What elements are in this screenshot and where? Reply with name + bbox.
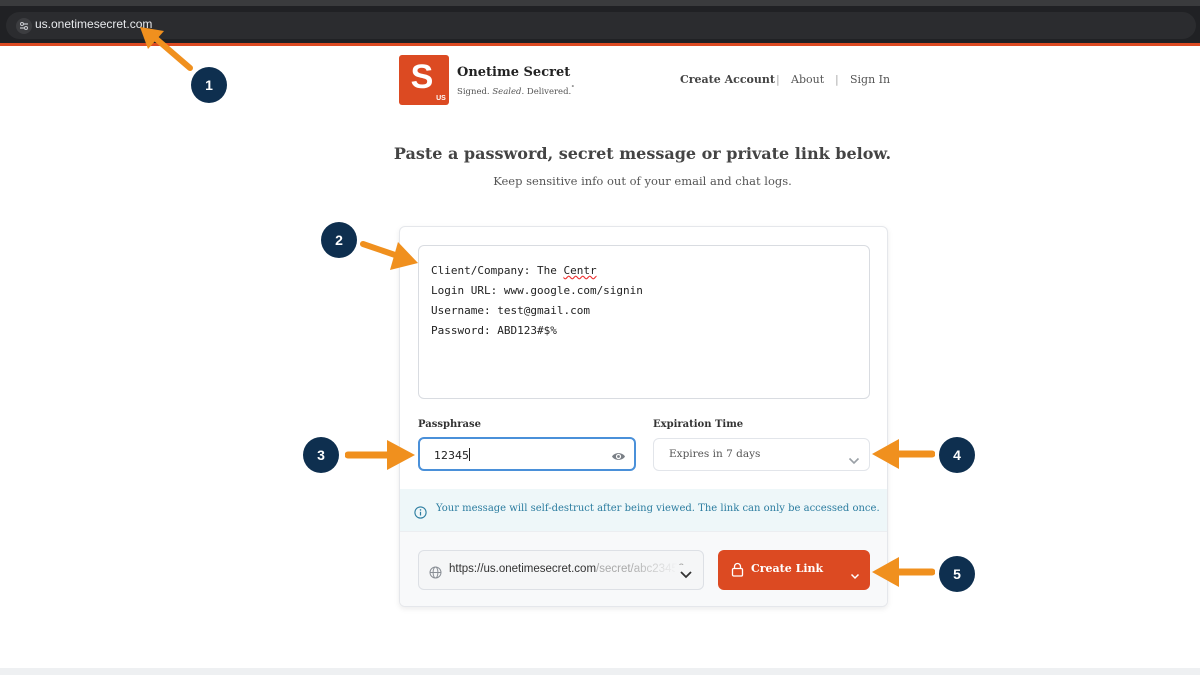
notice-text: Your message will self-destruct after be…	[436, 503, 880, 514]
logo[interactable]: S US	[399, 55, 449, 105]
self-destruct-notice: Your message will self-destruct after be…	[400, 489, 887, 531]
create-link-label: Create Link	[751, 562, 824, 575]
domain-host: us.onetimesecret.com	[483, 563, 597, 575]
passphrase-label: Passphrase	[418, 419, 481, 430]
text-fade	[629, 551, 679, 589]
secret-text: Password: ABD123#$%	[431, 324, 557, 337]
passphrase-text: 12345	[434, 449, 469, 462]
text-caret	[469, 448, 470, 461]
page-headline: Paste a password, secret message or priv…	[393, 144, 892, 163]
expiration-value: Expires in 7 days	[669, 448, 761, 460]
expiration-select[interactable]: Expires in 7 days	[653, 438, 870, 471]
tagline-part: Delivered.	[524, 86, 572, 97]
nav-about[interactable]: About	[791, 73, 824, 86]
annotation-arrow-3	[345, 440, 415, 470]
annotation-arrow-1	[140, 27, 193, 71]
passphrase-input[interactable]: 12345	[418, 437, 636, 471]
annotation-badge-2: 2	[321, 222, 357, 258]
link-actions-bar: https://us.onetimesecret.com/secret/abc2…	[400, 531, 887, 606]
secret-text-misspelled: Centr	[563, 264, 597, 277]
annotation-arrow-2	[360, 241, 418, 270]
brand-tagline: Signed. Sealed. Delivered.°	[457, 85, 574, 97]
secret-form-card: Client/Company: The Centr Login URL: www…	[399, 226, 888, 607]
globe-icon	[429, 564, 442, 583]
expiration-label: Expiration Time	[653, 419, 744, 430]
annotation-badge-1: 1	[191, 67, 227, 103]
annotation-arrow-5	[872, 557, 935, 587]
logo-region-text: US	[435, 94, 447, 103]
passphrase-value: 12345	[434, 448, 470, 462]
create-link-button[interactable]: Create Link	[718, 550, 870, 590]
tagline-part: Signed.	[457, 86, 493, 97]
address-bar-url[interactable]: us.onetimesecret.com	[35, 17, 152, 31]
annotation-badge-4: 4	[939, 437, 975, 473]
nav-separator: |	[776, 73, 780, 86]
tagline-mark: °	[571, 85, 575, 92]
nav-sign-in[interactable]: Sign In	[850, 73, 890, 86]
secret-text: Client/Company: The	[431, 264, 564, 277]
secret-text: Username: test@gmail.com	[431, 304, 590, 317]
info-icon	[414, 504, 427, 523]
annotation-badge-5: 5	[939, 556, 975, 592]
lock-icon	[731, 562, 744, 581]
domain-prefix: https://	[449, 563, 484, 575]
tab-strip	[0, 0, 1200, 6]
page-subhead: Keep sensitive info out of your email an…	[493, 174, 792, 188]
domain-select[interactable]: https://us.onetimesecret.com/secret/abc2…	[418, 550, 704, 590]
brand-name[interactable]: Onetime Secret	[457, 65, 570, 80]
secret-textarea[interactable]: Client/Company: The Centr Login URL: www…	[418, 245, 870, 399]
secret-text: Login URL: www.google.com/signin	[431, 284, 643, 297]
eye-icon[interactable]	[611, 448, 626, 467]
nav-create-account[interactable]: Create Account	[680, 73, 775, 86]
footer-divider	[0, 668, 1200, 675]
chevron-down-icon[interactable]	[850, 565, 860, 584]
nav-separator: |	[835, 73, 839, 86]
site-info-icon[interactable]	[16, 18, 32, 34]
chevron-down-icon	[848, 450, 860, 469]
annotation-badge-3: 3	[303, 437, 339, 473]
chevron-down-icon	[675, 565, 693, 584]
logo-letter: S	[410, 58, 434, 96]
tagline-italic: Sealed.	[492, 86, 525, 97]
annotation-arrow-4	[872, 439, 935, 469]
logo-region-badge: US	[434, 93, 448, 104]
